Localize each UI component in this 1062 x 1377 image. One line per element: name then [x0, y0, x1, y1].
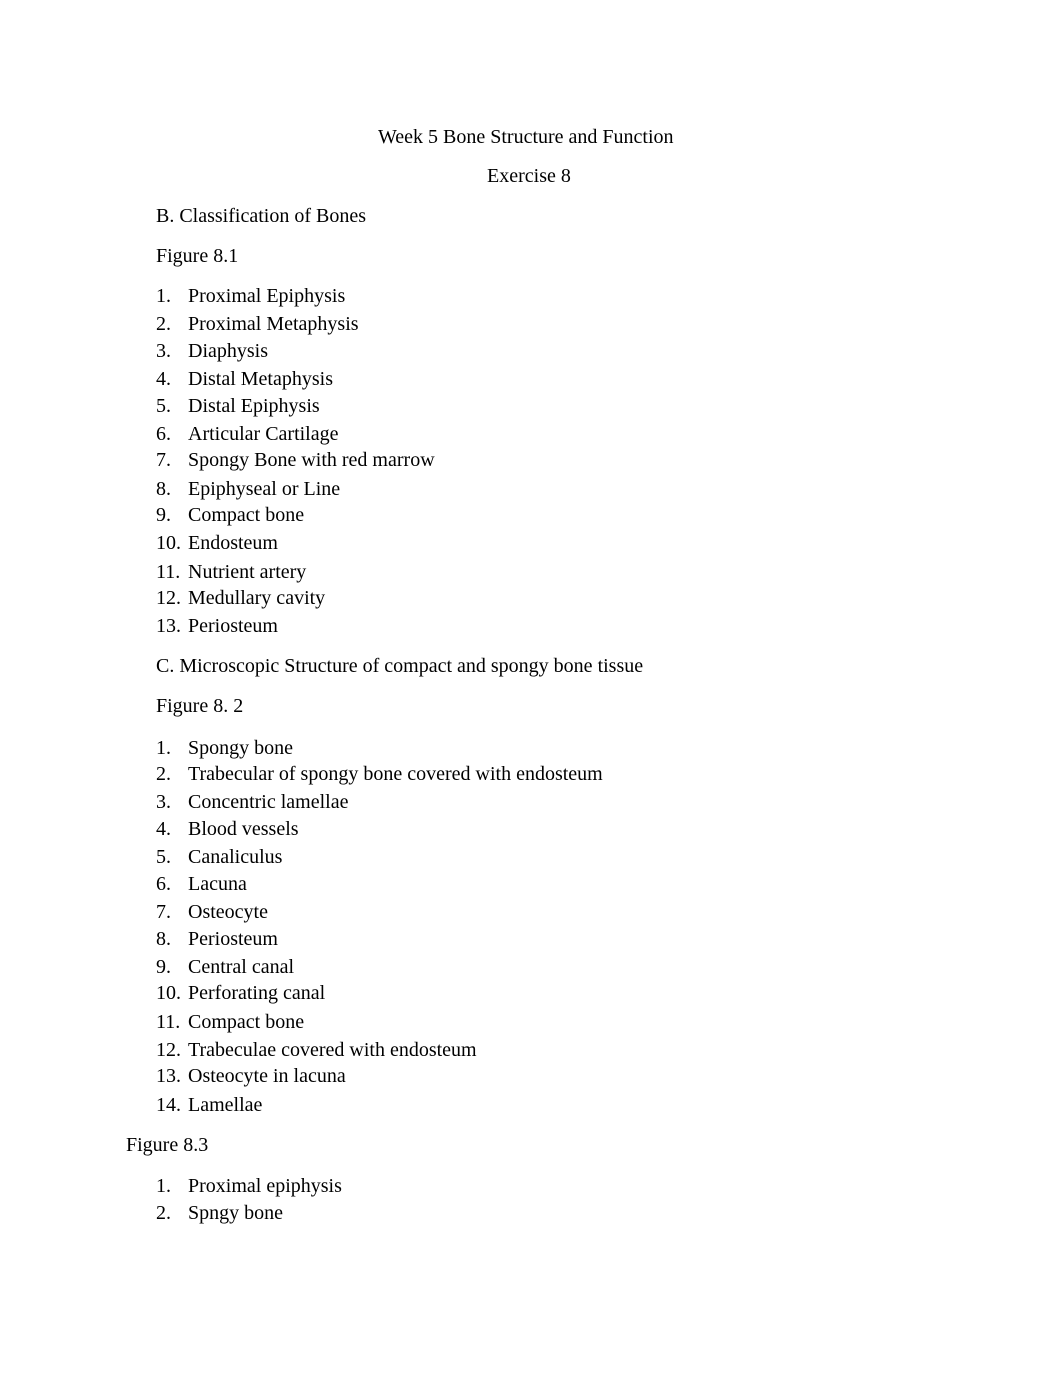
list-item-number: 3. [156, 340, 171, 362]
list-item-number: 7. [156, 901, 171, 923]
section-heading-c: C. Microscopic Structure of compact and … [156, 655, 644, 677]
figure-label-8-2: Figure 8. 2 [156, 695, 244, 717]
list-item-text: Trabeculae covered with endosteum [188, 1039, 477, 1061]
list-item-text: Central canal [188, 956, 295, 978]
list-item-text: Spongy bone [188, 737, 293, 759]
list-item-text: Lacuna [188, 873, 247, 895]
section-heading-b: B. Classification of Bones [156, 205, 366, 227]
figure-label-8-3: Figure 8.3 [126, 1134, 209, 1156]
list-item-text: Epiphyseal or Line [188, 478, 341, 500]
list-item-number: 14. [156, 1094, 181, 1116]
list-item-text: Compact bone [188, 1011, 305, 1033]
list-item-number: 2. [156, 1202, 171, 1224]
list-item-number: 13. [156, 615, 181, 637]
list-item-text: Distal Metaphysis [188, 368, 333, 390]
list-item-text: Articular Cartilage [188, 423, 339, 445]
list-item-number: 2. [156, 313, 171, 335]
list-item-text: Distal Epiphysis [188, 395, 320, 417]
list-item-number: 6. [156, 423, 171, 445]
list-item-text: Periosteum [188, 928, 278, 950]
list-item-number: 5. [156, 395, 171, 417]
list-item-text: Blood vessels [188, 818, 299, 840]
list-item-text: Concentric lamellae [188, 791, 349, 813]
list-item-text: Lamellae [188, 1094, 263, 1116]
list-item-text: Proximal epiphysis [188, 1175, 342, 1197]
list-item-number: 12. [156, 587, 181, 609]
list-item-text: Trabecular of spongy bone covered with e… [188, 763, 603, 785]
list-item-text: Osteocyte [188, 901, 268, 923]
list-item-text: Perforating canal [188, 982, 326, 1004]
list-item-number: 8. [156, 928, 171, 950]
list-item-number: 4. [156, 818, 171, 840]
list-item-number: 9. [156, 504, 171, 526]
list-item-text: Canaliculus [188, 846, 283, 868]
list-item-number: 9. [156, 956, 171, 978]
list-item-number: 12. [156, 1039, 181, 1061]
list-item-text: Compact bone [188, 504, 305, 526]
list-item-text: Endosteum [188, 532, 278, 554]
list-item-number: 11. [156, 1011, 181, 1033]
list-item-text: Proximal Metaphysis [188, 313, 359, 335]
figure-label-8-1: Figure 8.1 [156, 245, 239, 267]
document-title: Week 5 Bone Structure and Function [378, 126, 674, 148]
list-item-text: Diaphysis [188, 340, 268, 362]
list-item-number: 3. [156, 791, 171, 813]
list-item-number: 10. [156, 532, 181, 554]
list-item-text: Proximal Epiphysis [188, 285, 346, 307]
list-item-number: 7. [156, 449, 171, 471]
list-item-number: 11. [156, 561, 181, 583]
list-item-number: 10. [156, 982, 181, 1004]
list-item-number: 1. [156, 285, 171, 307]
list-item-number: 4. [156, 368, 171, 390]
list-item-number: 6. [156, 873, 171, 895]
list-item-number: 8. [156, 478, 171, 500]
list-item-number: 1. [156, 1175, 171, 1197]
list-item-text: Nutrient artery [188, 561, 307, 583]
list-item-text: Spngy bone [188, 1202, 283, 1224]
list-item-number: 5. [156, 846, 171, 868]
list-item-text: Spongy Bone with red marrow [188, 449, 435, 471]
document-subtitle: Exercise 8 [487, 165, 571, 187]
list-item-number: 13. [156, 1065, 181, 1087]
list-item-number: 2. [156, 763, 171, 785]
list-item-text: Osteocyte in lacuna [188, 1065, 346, 1087]
list-item-text: Medullary cavity [188, 587, 326, 609]
list-item-number: 1. [156, 737, 171, 759]
list-item-text: Periosteum [188, 615, 278, 637]
